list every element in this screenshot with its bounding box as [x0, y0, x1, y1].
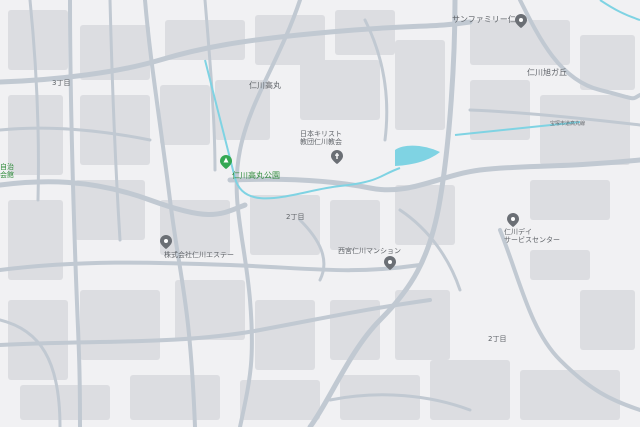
map-base [0, 0, 640, 427]
church-pin-icon[interactable] [331, 150, 343, 164]
company-pin-icon[interactable] [160, 235, 172, 249]
label-2chome-mid: 2丁目 [286, 213, 305, 221]
park-pin-icon[interactable] [220, 155, 232, 169]
label-left-edge[interactable]: 自治 会館 [0, 163, 20, 179]
label-road-small: 宝塚市道高丸線 [550, 121, 586, 127]
label-jinkawa-asahigaoka[interactable]: 仁川旭ガ丘 [527, 68, 567, 78]
label-3chome: 3丁目 [52, 79, 71, 87]
mansion-pin-icon[interactable] [384, 256, 396, 270]
label-service-center[interactable]: 仁川デイ サービスセンター [504, 228, 564, 244]
label-takamaru[interactable]: 仁川高丸 [249, 81, 281, 91]
label-church[interactable]: 日本キリスト 教団仁川教会 [286, 130, 356, 146]
label-park[interactable]: 仁川高丸公園 [232, 171, 280, 181]
service-center-pin-icon[interactable] [507, 213, 519, 227]
map-canvas[interactable]: サンファミリー仁川 仁川旭ガ丘 仁川高丸 日本キリスト 教団仁川教会 仁川高丸公園… [0, 0, 640, 427]
label-family-mart[interactable]: サンファミリー仁川 [452, 15, 524, 25]
label-mansion[interactable]: 西宮仁川マンション [338, 247, 401, 256]
place-pin-icon[interactable] [515, 14, 527, 28]
label-company[interactable]: 株式会社仁川エステー [164, 251, 234, 260]
label-2chome-bottom: 2丁目 [488, 335, 507, 343]
